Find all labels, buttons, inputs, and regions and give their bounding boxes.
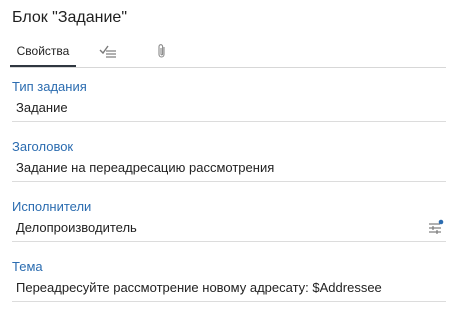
task-type-label: Тип задания <box>12 79 87 94</box>
tab-properties[interactable]: Свойства <box>10 36 76 67</box>
heading-value[interactable]: Задание на переадресацию рассмотрения <box>16 160 274 175</box>
subject-label: Тема <box>12 259 43 274</box>
paperclip-icon <box>158 44 165 58</box>
field-underline <box>12 181 446 182</box>
field-underline <box>12 301 446 302</box>
panel-title: Блок "Задание" <box>12 9 128 26</box>
tab-bar: Свойства <box>10 36 446 68</box>
check-list-icon <box>99 45 116 58</box>
tabs-divider <box>10 67 446 68</box>
heading-label: Заголовок <box>12 139 74 154</box>
field-underline <box>12 241 446 242</box>
subject-value[interactable]: Переадресуйте рассмотрение новому адреса… <box>16 280 382 295</box>
field-underline <box>12 121 446 122</box>
settings-sliders-icon <box>429 219 444 234</box>
tab-checklist[interactable] <box>96 36 120 66</box>
performers-settings-button[interactable] <box>428 219 444 235</box>
task-type-value[interactable]: Задание <box>16 100 68 115</box>
performers-value[interactable]: Делопроизводитель <box>16 220 137 235</box>
performers-label: Исполнители <box>12 199 92 214</box>
tab-attachments[interactable] <box>152 36 172 66</box>
